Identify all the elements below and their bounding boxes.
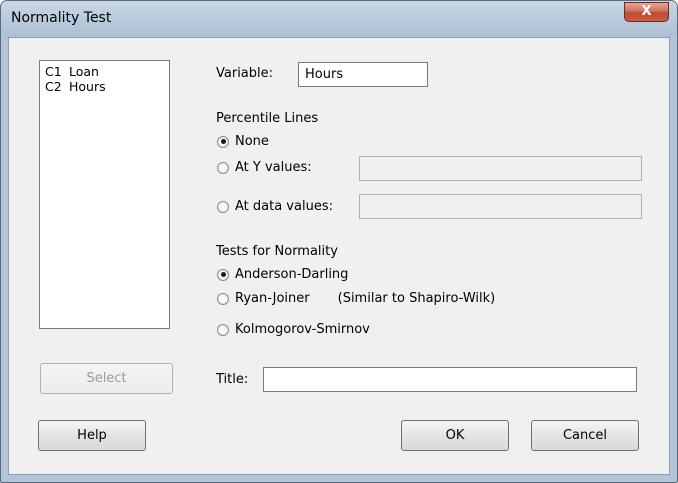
radio-kolmogorov-label: Kolmogorov-Smirnov <box>235 322 370 337</box>
column-id: C1 <box>45 64 62 79</box>
ryan-joiner-note: (Similar to Shapiro-Wilk) <box>337 291 496 306</box>
radio-unchecked-icon <box>217 292 229 305</box>
radio-at-data-values[interactable]: At data values: <box>217 199 333 214</box>
dialog-body: C1 Loan C2 Hours Select Variable: Hours … <box>8 37 670 475</box>
variable-label: Variable: <box>216 66 274 81</box>
radio-checked-icon <box>217 268 229 281</box>
radio-checked-icon <box>217 135 229 148</box>
column-name: Loan <box>69 64 99 79</box>
dialog-title: Normality Test <box>11 10 112 26</box>
title-input[interactable] <box>263 367 637 392</box>
radio-unchecked-icon <box>217 323 229 336</box>
radio-ryan-label: Ryan-Joiner <box>235 291 310 306</box>
radio-at-y-label: At Y values: <box>235 160 312 175</box>
column-name: Hours <box>69 79 106 94</box>
title-label: Title: <box>216 372 249 387</box>
title-bar[interactable]: Normality Test X <box>1 1 677 37</box>
radio-anderson-label: Anderson-Darling <box>235 267 349 282</box>
radio-anderson-darling[interactable]: Anderson-Darling <box>217 267 348 282</box>
ok-button[interactable]: OK <box>401 420 509 451</box>
list-item[interactable]: C2 Hours <box>43 79 166 94</box>
variable-input[interactable]: Hours <box>298 62 428 87</box>
radio-at-y-values[interactable]: At Y values: <box>217 160 312 175</box>
cancel-button[interactable]: Cancel <box>531 420 639 451</box>
column-id: C2 <box>45 79 62 94</box>
close-icon: X <box>641 4 652 19</box>
radio-unchecked-icon <box>217 200 229 213</box>
at-y-values-input[interactable] <box>359 156 642 181</box>
radio-at-data-label: At data values: <box>235 199 333 214</box>
at-data-values-input[interactable] <box>359 194 642 219</box>
normality-test-dialog: Normality Test X C1 Loan C2 Hours Select… <box>0 0 678 483</box>
radio-ryan-joiner[interactable]: Ryan-Joiner (Similar to Shapiro-Wilk) <box>217 291 495 306</box>
list-item[interactable]: C1 Loan <box>43 64 166 79</box>
help-button[interactable]: Help <box>38 420 146 451</box>
select-button[interactable]: Select <box>40 363 173 394</box>
close-button[interactable]: X <box>624 2 669 22</box>
radio-none-label: None <box>235 134 269 149</box>
radio-none[interactable]: None <box>217 134 269 149</box>
radio-kolmogorov-smirnov[interactable]: Kolmogorov-Smirnov <box>217 322 370 337</box>
percentile-lines-heading: Percentile Lines <box>216 111 319 126</box>
tests-heading: Tests for Normality <box>216 244 338 259</box>
radio-unchecked-icon <box>217 161 229 174</box>
variables-listbox[interactable]: C1 Loan C2 Hours <box>39 60 170 329</box>
